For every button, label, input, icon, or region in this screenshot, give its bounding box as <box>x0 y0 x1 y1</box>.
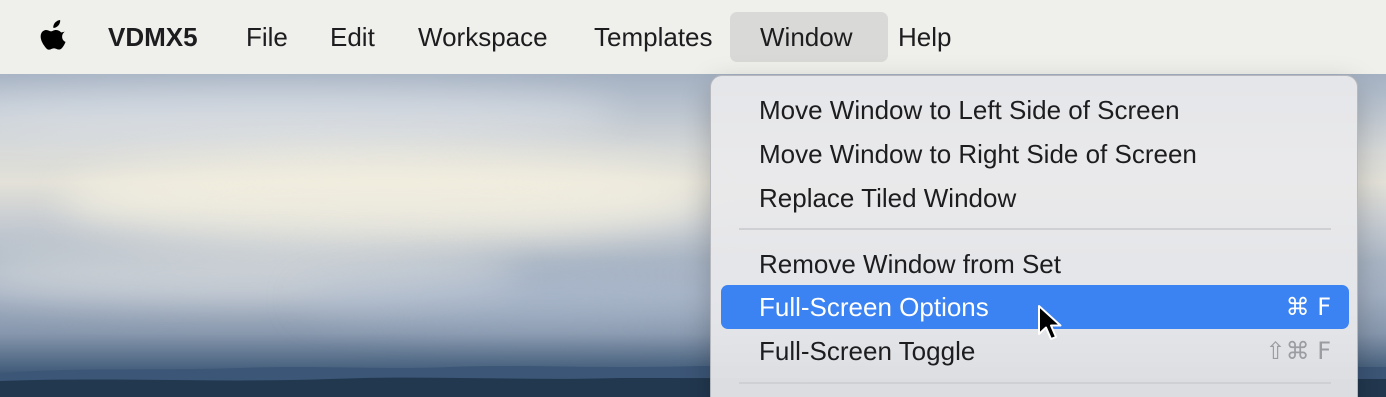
menu-item-replace-tiled[interactable]: Replace Tiled Window <box>721 176 1349 220</box>
shortcut-label: ⌘ F <box>1285 293 1331 321</box>
window-menu-dropdown: Move Window to Left Side of Screen Move … <box>710 75 1358 397</box>
desktop-screen: VDMX5 File Edit Workspace Templates Wind… <box>0 0 1386 397</box>
menu-bar: VDMX5 File Edit Workspace Templates Wind… <box>0 0 1386 74</box>
menu-item-full-screen-toggle[interactable]: Full-Screen Toggle ⇧⌘ F <box>721 329 1349 373</box>
menu-workspace[interactable]: Workspace <box>418 12 548 62</box>
menu-help[interactable]: Help <box>898 12 951 62</box>
menu-separator <box>739 382 1331 384</box>
menu-item-move-left[interactable]: Move Window to Left Side of Screen <box>721 88 1349 132</box>
menu-file[interactable]: File <box>246 12 288 62</box>
arrow-pointer-icon <box>1038 305 1062 340</box>
menu-item-label: Full-Screen Toggle <box>759 336 976 366</box>
menu-templates[interactable]: Templates <box>594 12 713 62</box>
apple-logo-icon[interactable] <box>38 20 70 54</box>
menu-edit[interactable]: Edit <box>330 12 375 62</box>
shortcut-label: ⇧⌘ F <box>1265 337 1331 365</box>
menu-vdmx5[interactable]: VDMX5 <box>108 12 198 62</box>
menu-window[interactable]: Window <box>730 12 888 62</box>
menu-item-remove-from-set[interactable]: Remove Window from Set <box>721 242 1349 286</box>
menu-item-label: Remove Window from Set <box>759 249 1061 279</box>
menu-item-label: Full-Screen Options <box>759 292 989 322</box>
menu-item-move-right[interactable]: Move Window to Right Side of Screen <box>721 132 1349 176</box>
menu-item-label: Replace Tiled Window <box>759 183 1017 213</box>
menu-separator <box>739 228 1331 230</box>
menu-item-full-screen-options[interactable]: Full-Screen Options ⌘ F <box>721 285 1349 329</box>
menu-item-label: Move Window to Left Side of Screen <box>759 95 1180 125</box>
menu-item-label: Move Window to Right Side of Screen <box>759 139 1197 169</box>
